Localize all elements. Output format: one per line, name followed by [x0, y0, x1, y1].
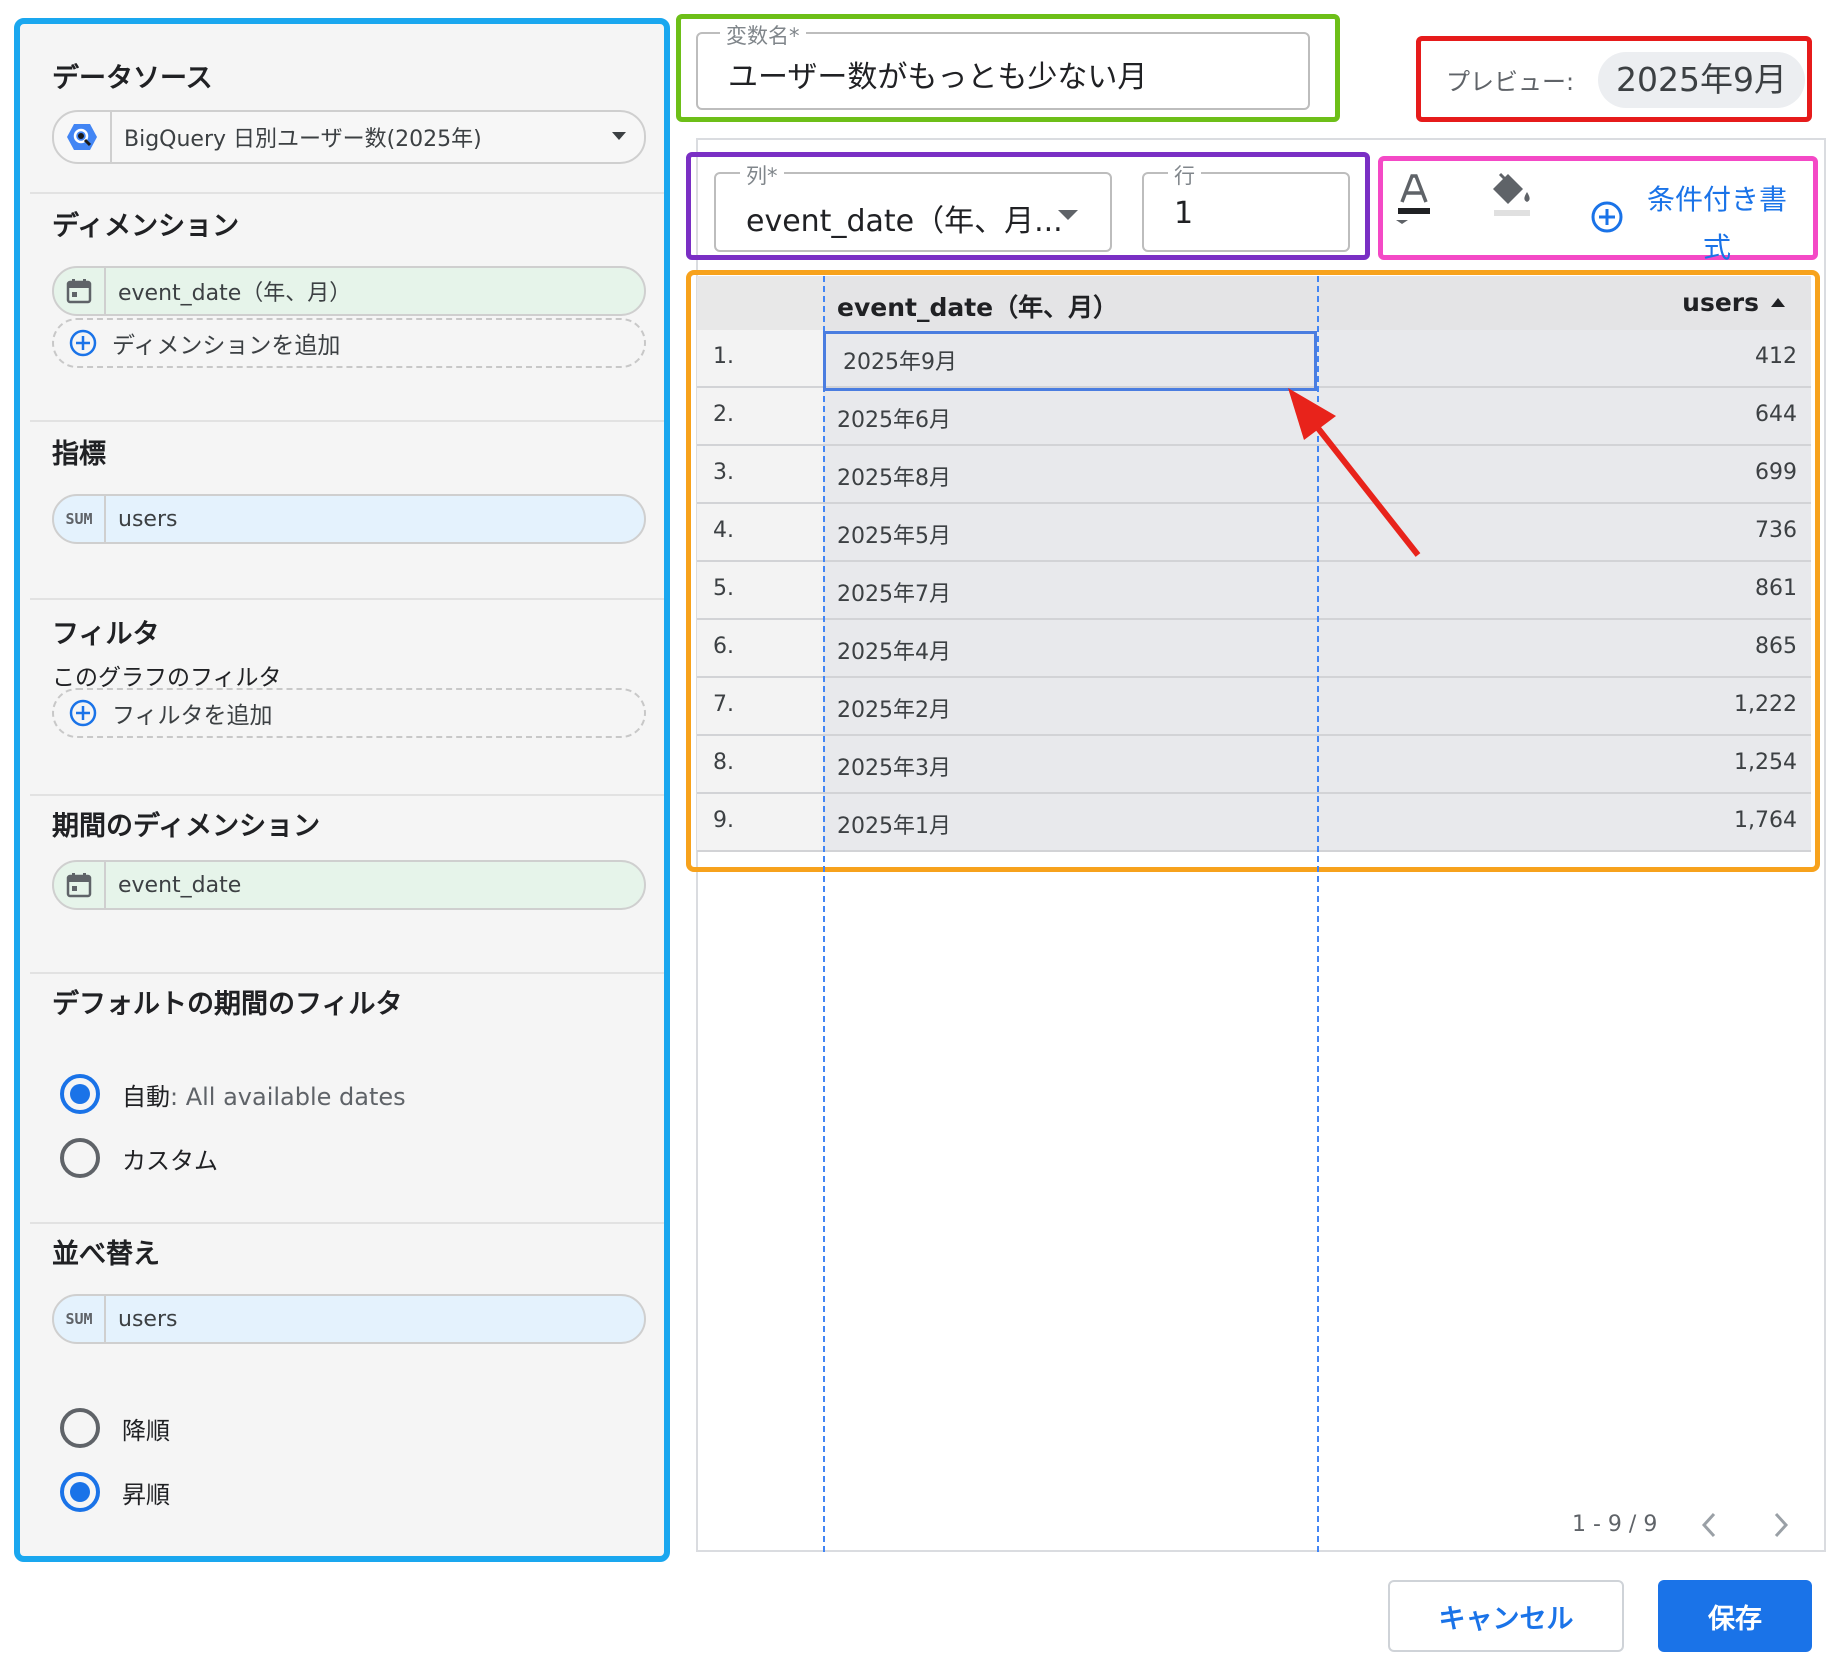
radio-descending-control[interactable] — [60, 1408, 100, 1448]
fill-color-icon[interactable] — [1490, 172, 1534, 220]
variable-name-legend: 変数名* — [720, 20, 806, 50]
radio-custom-control[interactable] — [60, 1138, 100, 1178]
period-dimension-chip[interactable]: event_date — [52, 860, 646, 910]
conditional-format-label-2: 式 — [1702, 231, 1731, 264]
metric-title: 指標 — [52, 439, 106, 470]
preview-value: 2025年9月 — [1598, 52, 1805, 108]
filter-title: フィルタ — [52, 619, 160, 650]
add-dimension-button[interactable]: ディメンションを追加 — [52, 318, 646, 368]
save-button[interactable]: 保存 — [1658, 1580, 1812, 1652]
pointer-arrow-icon — [1288, 388, 1421, 557]
row-field[interactable]: 行 1 — [1142, 160, 1350, 252]
radio-auto-label: 自動 — [122, 1082, 170, 1111]
conditional-format-button[interactable]: 条件付き書 式 — [1630, 176, 1804, 272]
radio-descending[interactable]: 降順 — [60, 1408, 170, 1448]
text-color-icon[interactable] — [1394, 170, 1434, 224]
dimension-chip-label: event_date（年、月） — [118, 281, 352, 306]
sort-title: 並べ替え — [52, 1239, 160, 1270]
pagination-text: 1 - 9 / 9 — [1572, 1512, 1658, 1537]
radio-ascending-control[interactable] — [60, 1472, 100, 1512]
dimension-title: ディメンション — [52, 211, 240, 242]
sum-badge: SUM — [65, 510, 93, 528]
add-circle-icon[interactable] — [1590, 200, 1624, 234]
bigquery-icon — [54, 112, 112, 162]
add-circle-icon — [54, 320, 112, 366]
variable-name-value: ユーザー数がもっとも少ない月 — [728, 60, 1148, 95]
radio-ascending[interactable]: 昇順 — [60, 1472, 170, 1512]
data-source-title: データソース — [52, 63, 213, 94]
column-select[interactable]: 列* event_date（年、月... — [714, 160, 1112, 252]
divider — [30, 794, 664, 796]
divider — [30, 972, 664, 974]
column-legend: 列* — [740, 160, 784, 190]
radio-descending-label: 降順 — [122, 1416, 170, 1445]
calendar-icon — [54, 862, 106, 908]
data-source-value: BigQuery 日別ユーザー数(2025年) — [124, 127, 482, 152]
row-value: 1 — [1174, 196, 1194, 231]
selected-cell-outline[interactable] — [823, 331, 1317, 391]
caret-down-icon — [612, 132, 626, 140]
add-filter-label: フィルタを追加 — [112, 703, 273, 729]
chevron-right-icon[interactable] — [1770, 1510, 1792, 1540]
period-dimension-title: 期間のディメンション — [52, 811, 321, 842]
cancel-button[interactable]: キャンセル — [1388, 1580, 1624, 1652]
caret-down-icon — [1058, 210, 1078, 220]
sort-chip-label: users — [118, 1306, 178, 1332]
add-filter-button[interactable]: フィルタを追加 — [52, 688, 646, 738]
add-circle-icon — [54, 690, 112, 736]
divider — [30, 192, 664, 194]
period-dimension-label: event_date — [118, 872, 242, 898]
filter-subtitle: このグラフのフィルタ — [52, 665, 282, 691]
default-period-title: デフォルトの期間のフィルタ — [52, 989, 403, 1020]
data-source-select[interactable]: BigQuery 日別ユーザー数(2025年) — [52, 110, 646, 164]
radio-custom-label: カスタム — [122, 1146, 218, 1175]
radio-auto[interactable]: 自動: All available dates — [60, 1074, 406, 1114]
variable-name-field[interactable]: 変数名* ユーザー数がもっとも少ない月 — [696, 20, 1310, 110]
dimension-chip[interactable]: event_date（年、月） — [52, 266, 646, 316]
sum-badge: SUM — [65, 1310, 93, 1328]
calendar-icon — [54, 268, 106, 314]
column-value: event_date（年、月... — [746, 204, 1063, 239]
sort-chip[interactable]: SUM users — [52, 1294, 646, 1344]
row-legend: 行 — [1168, 160, 1201, 190]
chart-setup-panel: データソース BigQuery 日別ユーザー数(2025年) ディメンション e… — [14, 18, 670, 1562]
preview-label: プレビュー: — [1446, 68, 1575, 96]
divider — [30, 420, 664, 422]
radio-custom[interactable]: カスタム — [60, 1138, 218, 1178]
add-dimension-label: ディメンションを追加 — [112, 333, 341, 359]
radio-auto-detail: : All available dates — [170, 1082, 406, 1111]
metric-chip-label: users — [118, 506, 178, 532]
radio-auto-control[interactable] — [60, 1074, 100, 1114]
chevron-left-icon[interactable] — [1698, 1510, 1720, 1540]
radio-ascending-label: 昇順 — [122, 1480, 170, 1509]
divider — [30, 598, 664, 600]
conditional-format-label-1: 条件付き書 — [1646, 183, 1787, 216]
metric-chip[interactable]: SUM users — [52, 494, 646, 544]
divider — [30, 1222, 664, 1224]
column-guide-left — [823, 276, 825, 1552]
